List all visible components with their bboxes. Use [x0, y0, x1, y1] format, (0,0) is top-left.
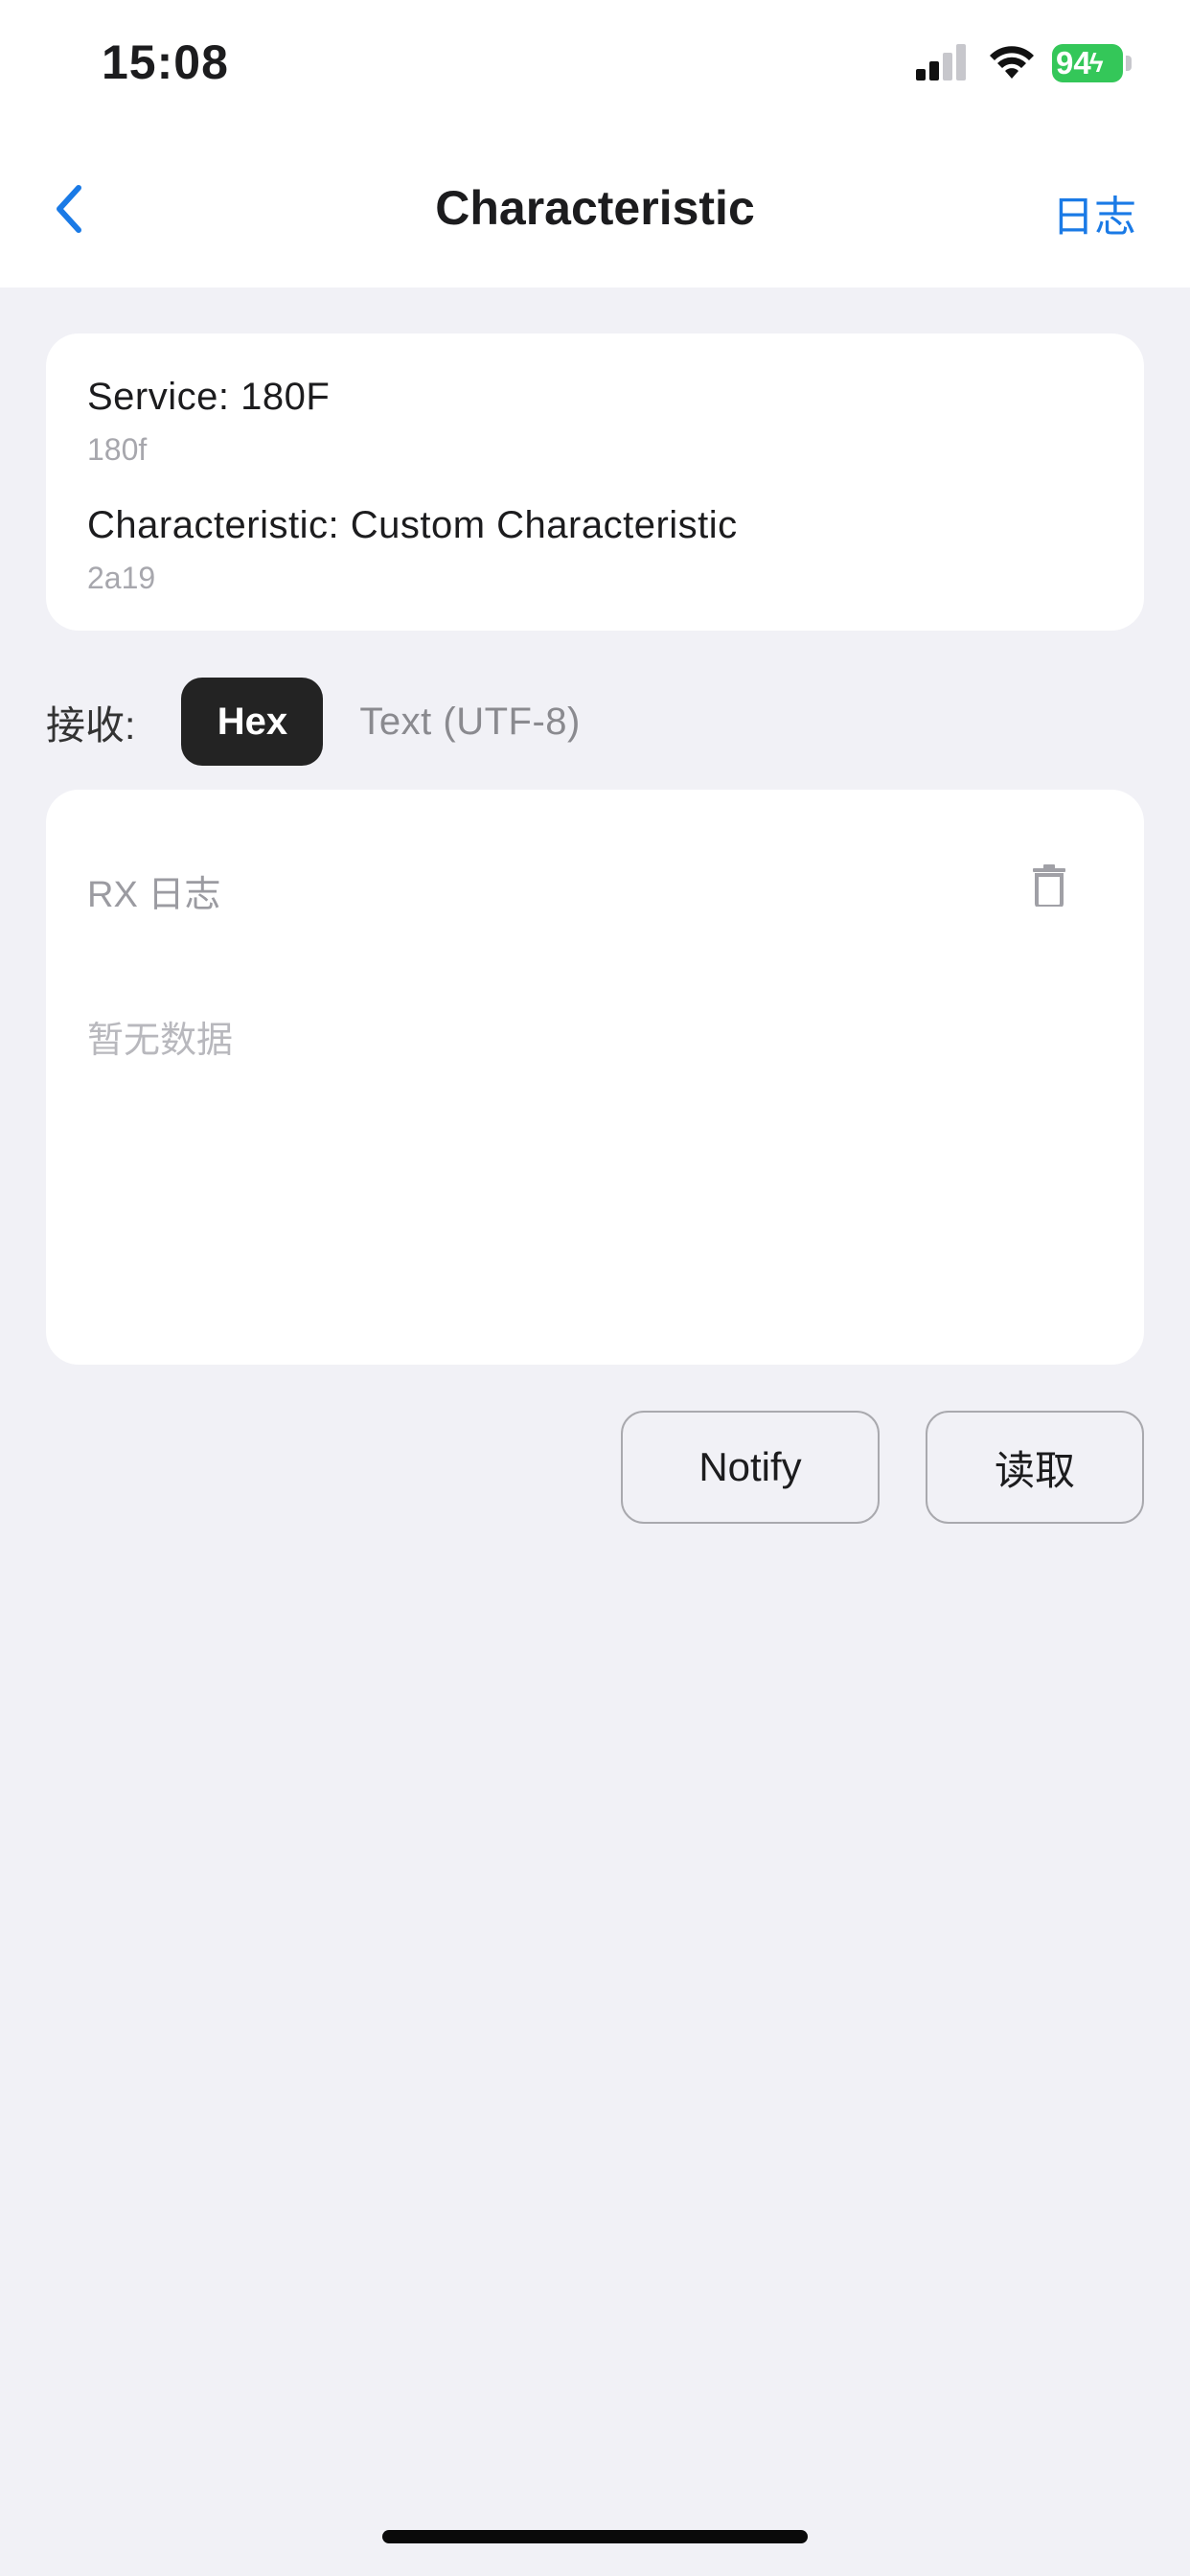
trash-icon[interactable] — [1033, 864, 1065, 907]
charging-bolt-icon: ϟ — [1088, 48, 1104, 78]
signal-icon — [916, 44, 966, 80]
battery-tip — [1126, 56, 1132, 71]
log-button[interactable]: 日志 — [1052, 182, 1136, 243]
rx-log-card: RX 日志 暂无数据 — [46, 790, 1144, 1365]
home-indicator — [382, 2530, 808, 2543]
text-mode-button[interactable]: Text (UTF-8) — [359, 701, 580, 744]
battery-icon: 94 ϟ — [1052, 44, 1123, 82]
wifi-icon — [990, 46, 1034, 79]
service-uuid: 180f — [87, 432, 148, 467]
battery-percent: 94 — [1056, 45, 1091, 80]
nav-bar: Characteristic 日志 — [0, 134, 1190, 288]
page-title: Characteristic — [435, 181, 755, 235]
receive-mode-row: 接收: Hex Text (UTF-8) — [46, 677, 581, 767]
rx-log-title: RX 日志 — [87, 875, 221, 915]
characteristic-uuid: 2a19 — [87, 561, 156, 595]
hex-mode-button[interactable]: Hex — [181, 678, 324, 766]
status-bar: 15:08 94 ϟ — [0, 0, 1190, 134]
notify-button[interactable]: Notify — [621, 1411, 880, 1524]
info-card: Service: 180F 180f Characteristic: Custo… — [46, 334, 1144, 631]
status-time: 15:08 — [102, 35, 229, 89]
receive-label: 接收: — [46, 703, 136, 748]
service-label: Service: 180F — [87, 376, 331, 418]
rx-empty-text: 暂无数据 — [87, 1021, 234, 1061]
read-button[interactable]: 读取 — [926, 1411, 1144, 1524]
characteristic-label: Characteristic: Custom Characteristic — [87, 504, 738, 546]
